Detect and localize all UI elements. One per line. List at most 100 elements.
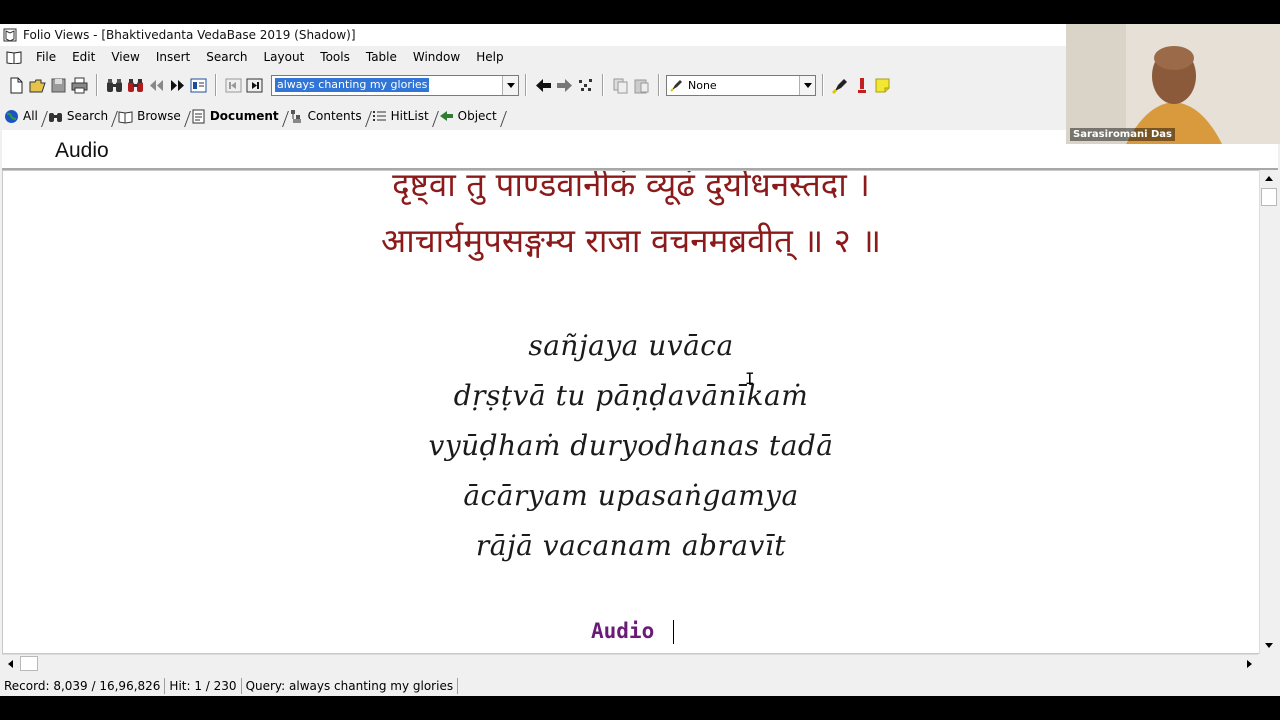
- scroll-up-button[interactable]: [1260, 170, 1277, 187]
- back-button[interactable]: [533, 74, 554, 96]
- toolbar-separator: [525, 74, 527, 96]
- menu-bar: File Edit View Insert Search Layout Tool…: [0, 46, 1066, 68]
- tab-object[interactable]: Object: [435, 109, 503, 124]
- advanced-query-button[interactable]: [125, 74, 146, 96]
- tab-object-label: Object: [457, 109, 497, 123]
- menu-window[interactable]: Window: [405, 46, 468, 68]
- document-icon[interactable]: [6, 50, 22, 64]
- open-book-icon: [118, 110, 133, 124]
- header-title: Audio: [55, 139, 109, 162]
- verse-line-4: ācāryam upasaṅgamya: [463, 479, 799, 512]
- contents-panel-icon: [190, 78, 207, 92]
- audio-link[interactable]: Audio: [591, 619, 654, 643]
- tab-all[interactable]: All: [0, 109, 44, 124]
- binoculars-icon: [48, 112, 62, 122]
- text-caret: [673, 620, 674, 644]
- globe-icon: [5, 109, 18, 123]
- new-file-icon: [10, 77, 23, 93]
- table-of-contents-button[interactable]: [188, 74, 209, 96]
- vertical-scrollbar[interactable]: [1259, 170, 1277, 654]
- horizontal-scrollbar[interactable]: [2, 654, 1258, 672]
- style-dropdown-button[interactable]: [799, 75, 815, 95]
- query-button[interactable]: [104, 74, 125, 96]
- style-combobox[interactable]: None: [666, 74, 816, 96]
- toolbar-separator: [658, 74, 660, 96]
- tab-hitlist[interactable]: HitList: [368, 109, 435, 124]
- back-arrow-icon: [536, 78, 551, 92]
- scroll-down-button[interactable]: [1260, 637, 1277, 654]
- menu-view[interactable]: View: [103, 46, 147, 68]
- note-button[interactable]: [872, 74, 893, 96]
- paste-button[interactable]: [631, 74, 652, 96]
- toolbar-separator: [96, 74, 98, 96]
- vertical-scroll-thumb[interactable]: [1261, 188, 1277, 206]
- devanagari-line-2: आचार्यमुपसङ्गम्य राजा वचनमब्रवीत् ॥ २ ॥: [380, 221, 882, 260]
- highlighter-style-icon: [670, 80, 682, 92]
- forward-button[interactable]: [554, 74, 575, 96]
- bookmark-button[interactable]: [851, 74, 872, 96]
- query-input-text[interactable]: always chanting my glories: [275, 78, 430, 92]
- menu-tools[interactable]: Tools: [312, 46, 358, 68]
- chevron-down-icon: [803, 82, 812, 88]
- folio-app-icon: [3, 28, 17, 42]
- toolbar-separator: [602, 74, 604, 96]
- scroll-left-button[interactable]: [2, 655, 19, 672]
- next-hit-button[interactable]: [167, 74, 188, 96]
- document-view[interactable]: दृष्ट्वा तु पाण्डवानीकं व्यूढं दुर्योधनस…: [2, 170, 1260, 654]
- toolbar: always chanting my glories None: [0, 70, 1066, 100]
- participant-video-icon: [1066, 24, 1280, 144]
- menu-help[interactable]: Help: [468, 46, 511, 68]
- status-record: Record: 8,039 / 16,96,826: [0, 678, 166, 694]
- menu-table[interactable]: Table: [358, 46, 405, 68]
- copy-icon: [613, 78, 628, 93]
- menu-search[interactable]: Search: [198, 46, 255, 68]
- previous-hit-button[interactable]: [146, 74, 167, 96]
- scroll-up-arrow-icon: [1264, 176, 1273, 181]
- save-button[interactable]: [48, 74, 69, 96]
- print-button[interactable]: [69, 74, 90, 96]
- first-record-button[interactable]: [223, 74, 244, 96]
- jump-button[interactable]: [575, 74, 596, 96]
- tab-contents[interactable]: Contents: [285, 109, 368, 124]
- copy-button[interactable]: [610, 74, 631, 96]
- menu-file[interactable]: File: [28, 46, 64, 68]
- tab-search[interactable]: Search: [44, 109, 114, 124]
- highlighter-button[interactable]: [830, 74, 851, 96]
- ibeam-cursor-icon: I: [745, 369, 755, 388]
- horizontal-scroll-thumb[interactable]: [20, 656, 38, 671]
- status-bar: Record: 8,039 / 16,96,826 Hit: 1 / 230 Q…: [0, 676, 1280, 696]
- tab-document[interactable]: Document: [187, 109, 285, 124]
- last-record-button[interactable]: [244, 74, 265, 96]
- tab-browse-label: Browse: [137, 109, 181, 123]
- binoculars-red-icon: [128, 78, 143, 92]
- forward-arrow-icon: [557, 78, 572, 92]
- paste-icon: [634, 79, 649, 93]
- new-button[interactable]: [6, 74, 27, 96]
- menu-insert[interactable]: Insert: [148, 46, 198, 68]
- verse-line-2: dṛṣṭvā tu pāṇḍavānīkaṁ: [453, 379, 809, 412]
- double-right-arrow-icon: [171, 79, 184, 91]
- chevron-down-icon: [506, 82, 515, 88]
- tab-search-label: Search: [66, 109, 109, 123]
- devanagari-line-1: दृष्ट्वा तु पाण्डवानीकं व्यूढं दुर्योधनस…: [392, 170, 870, 204]
- scatter-jump-icon: [579, 78, 592, 91]
- verse-line-5: rājā vacanam abravīt: [475, 529, 787, 562]
- tab-browse[interactable]: Browse: [114, 109, 187, 124]
- style-value: None: [688, 78, 717, 92]
- query-dropdown-button[interactable]: [502, 75, 518, 95]
- open-button[interactable]: [27, 74, 48, 96]
- scroll-right-button[interactable]: [1241, 655, 1258, 672]
- toolbar-separator: [822, 74, 824, 96]
- view-tabs: All Search Browse Document Contents HitL…: [0, 104, 1066, 128]
- last-page-icon: [246, 78, 263, 92]
- menu-layout[interactable]: Layout: [255, 46, 312, 68]
- verse-line-1: sañjaya uvāca: [528, 329, 734, 362]
- status-query: Query: always chanting my glories: [242, 678, 459, 694]
- menu-edit[interactable]: Edit: [64, 46, 103, 68]
- toolbar-separator: [215, 74, 217, 96]
- sticky-note-icon: [875, 78, 890, 92]
- printer-icon: [71, 77, 88, 93]
- object-pointer-icon: [439, 110, 453, 121]
- query-combobox[interactable]: always chanting my glories: [271, 74, 519, 96]
- tab-document-label: Document: [209, 109, 279, 123]
